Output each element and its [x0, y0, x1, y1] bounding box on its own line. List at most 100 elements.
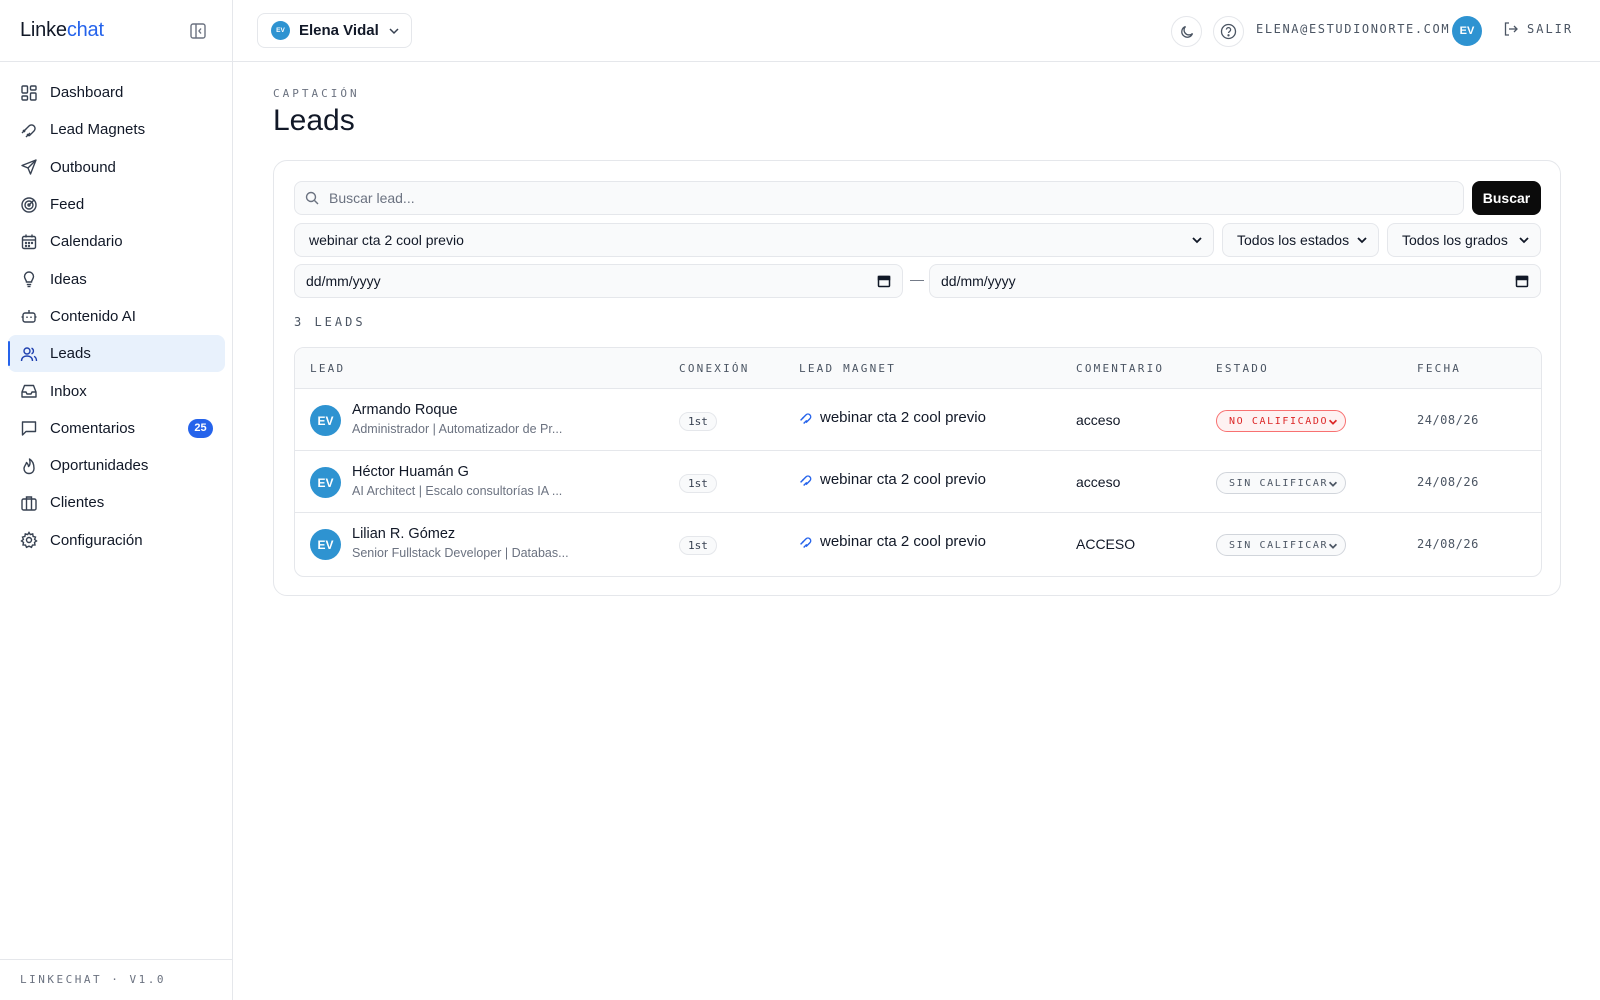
lead-name[interactable]: Héctor Huamán G [352, 464, 469, 480]
lead-name[interactable]: Lilian R. Gómez [352, 526, 455, 542]
date-to-value: dd/mm/yyyy [941, 273, 1016, 289]
search-input[interactable] [329, 190, 1429, 206]
lead-magnet-link[interactable]: webinar cta 2 cool previo [799, 533, 986, 550]
lead-magnet-link[interactable]: webinar cta 2 cool previo [799, 409, 986, 426]
date-to-input[interactable]: dd/mm/yyyy [929, 264, 1541, 298]
briefcase-icon [20, 494, 38, 512]
topbar: EV Elena Vidal ELENA@ESTUDIONORTE.COM EV… [233, 0, 1600, 62]
estado-select[interactable]: SIN CALIFICAR [1216, 472, 1346, 494]
lead-avatar: EV [310, 405, 341, 436]
estado-value: NO CALIFICADO [1229, 415, 1329, 427]
sidebar-item-label: Configuración [50, 531, 143, 549]
sidebar-item-label: Clientes [50, 494, 105, 512]
sidebar-item-label: Contenido AI [50, 307, 136, 325]
sidebar-item-outbound[interactable]: Outbound [8, 149, 225, 186]
chevron-down-icon [1355, 233, 1369, 247]
sidebar-item-label: Oportunidades [50, 457, 149, 475]
sidebar-item-label: Feed [50, 196, 85, 214]
account-avatar: EV [271, 21, 290, 40]
date-from-value: dd/mm/yyyy [306, 273, 381, 289]
page-eyebrow: CAPTACIÓN [273, 87, 360, 100]
column-header-estado[interactable]: ESTADO [1216, 362, 1269, 375]
lead-avatar: EV [310, 529, 341, 560]
calendar-icon[interactable] [1515, 274, 1529, 288]
brand-logo-part2: chat [66, 19, 104, 41]
chevron-down-icon [1517, 233, 1531, 247]
users-icon [20, 345, 38, 363]
sidebar-item-label: Comentarios [50, 419, 136, 437]
estado-value: SIN CALIFICAR [1229, 477, 1329, 489]
lead-name[interactable]: Armando Roque [352, 402, 458, 418]
calendar-icon[interactable] [877, 274, 891, 288]
settings-icon [20, 531, 38, 549]
lightbulb-icon [20, 270, 38, 288]
magnet-icon [799, 411, 813, 425]
lead-headline: Senior Fullstack Developer | Databas... [352, 546, 569, 560]
grado-select[interactable]: Todos los grados [1387, 223, 1541, 257]
grado-select-value: Todos los grados [1402, 232, 1508, 248]
lead-date: 24/08/26 [1417, 475, 1479, 489]
logout-icon [1503, 21, 1519, 37]
date-range-separator: — [910, 271, 924, 287]
column-header-lead-magnet[interactable]: LEAD MAGNET [799, 362, 896, 375]
search-button[interactable]: Buscar [1472, 181, 1541, 215]
moon-icon [1179, 24, 1195, 40]
sidebar-item-lead-magnets[interactable]: Lead Magnets [8, 111, 225, 148]
sidebar-item-inbox[interactable]: Inbox [8, 372, 225, 409]
brand-logo[interactable]: Linkechat [20, 19, 104, 42]
sidebar-item-label: Dashboard [50, 84, 124, 102]
search-field[interactable] [294, 181, 1464, 215]
table-row[interactable]: EV Héctor Huamán G AI Architect | Escalo… [295, 451, 1541, 513]
lead-headline: AI Architect | Escalo consultorías IA ..… [352, 484, 563, 498]
send-icon [20, 158, 38, 176]
sidebar-item-label: Outbound [50, 158, 116, 176]
sidebar-item-leads[interactable]: Leads [8, 335, 225, 373]
estado-value: SIN CALIFICAR [1229, 539, 1329, 551]
column-header-fecha[interactable]: FECHA [1417, 362, 1461, 375]
estado-select-value: Todos los estados [1237, 232, 1350, 248]
sidebar-item-contenido-ai[interactable]: Contenido AI [8, 298, 225, 335]
message-icon [20, 419, 38, 437]
collapse-sidebar-icon[interactable] [189, 22, 207, 40]
sidebar-item-comentarios[interactable]: Comentarios 25 [8, 410, 225, 447]
sidebar-item-label: Lead Magnets [50, 121, 146, 139]
sidebar-item-label: Ideas [50, 270, 87, 288]
sidebar-item-feed[interactable]: Feed [8, 186, 225, 223]
sidebar-item-configuracion[interactable]: Configuración [8, 522, 225, 559]
column-header-conexion[interactable]: CONEXIÓN [679, 362, 750, 375]
lead-comment: ACCESO [1076, 536, 1136, 552]
column-header-lead[interactable]: LEAD [310, 362, 345, 375]
estado-select[interactable]: SIN CALIFICAR [1216, 534, 1346, 556]
chevron-down-icon [1190, 233, 1204, 247]
magnet-icon [20, 121, 38, 139]
leads-table: LEAD CONEXIÓN LEAD MAGNET COMENTARIO EST… [294, 347, 1542, 577]
table-row[interactable]: EV Armando Roque Administrador | Automat… [295, 389, 1541, 451]
sidebar-item-dashboard[interactable]: Dashboard [8, 74, 225, 111]
account-switcher[interactable]: EV Elena Vidal [257, 13, 412, 48]
chevron-down-icon [1327, 478, 1339, 490]
estado-select[interactable]: NO CALIFICADO [1216, 410, 1346, 432]
column-header-comentario[interactable]: COMENTARIO [1076, 362, 1164, 375]
sidebar-nav: Dashboard Lead Magnets Outbound Feed Cal… [8, 74, 225, 559]
lead-magnet-name: webinar cta 2 cool previo [820, 471, 986, 488]
lead-magnet-name: webinar cta 2 cool previo [820, 533, 986, 550]
sidebar-item-oportunidades[interactable]: Oportunidades [8, 447, 225, 484]
sidebar-item-ideas[interactable]: Ideas [8, 260, 225, 297]
estado-select[interactable]: Todos los estados [1222, 223, 1379, 257]
sidebar: Linkechat Dashboard Lead Magnets Outboun… [0, 0, 233, 1000]
theme-toggle-button[interactable] [1171, 16, 1202, 47]
logout-button[interactable]: SALIR [1503, 21, 1573, 37]
connection-badge: 1st [679, 474, 717, 493]
date-from-input[interactable]: dd/mm/yyyy [294, 264, 903, 298]
logout-label: SALIR [1527, 22, 1574, 36]
lead-magnet-link[interactable]: webinar cta 2 cool previo [799, 471, 986, 488]
sidebar-item-clientes[interactable]: Clientes [8, 484, 225, 521]
search-icon [305, 191, 319, 205]
help-button[interactable] [1213, 16, 1244, 47]
leads-count: 3 LEADS [294, 315, 366, 329]
user-avatar[interactable]: EV [1452, 16, 1482, 46]
table-row[interactable]: EV Lilian R. Gómez Senior Fullstack Deve… [295, 513, 1541, 575]
lead-comment: acceso [1076, 474, 1121, 490]
sidebar-item-calendario[interactable]: Calendario [8, 223, 225, 260]
lead-magnet-select[interactable]: webinar cta 2 cool previo [294, 223, 1214, 257]
